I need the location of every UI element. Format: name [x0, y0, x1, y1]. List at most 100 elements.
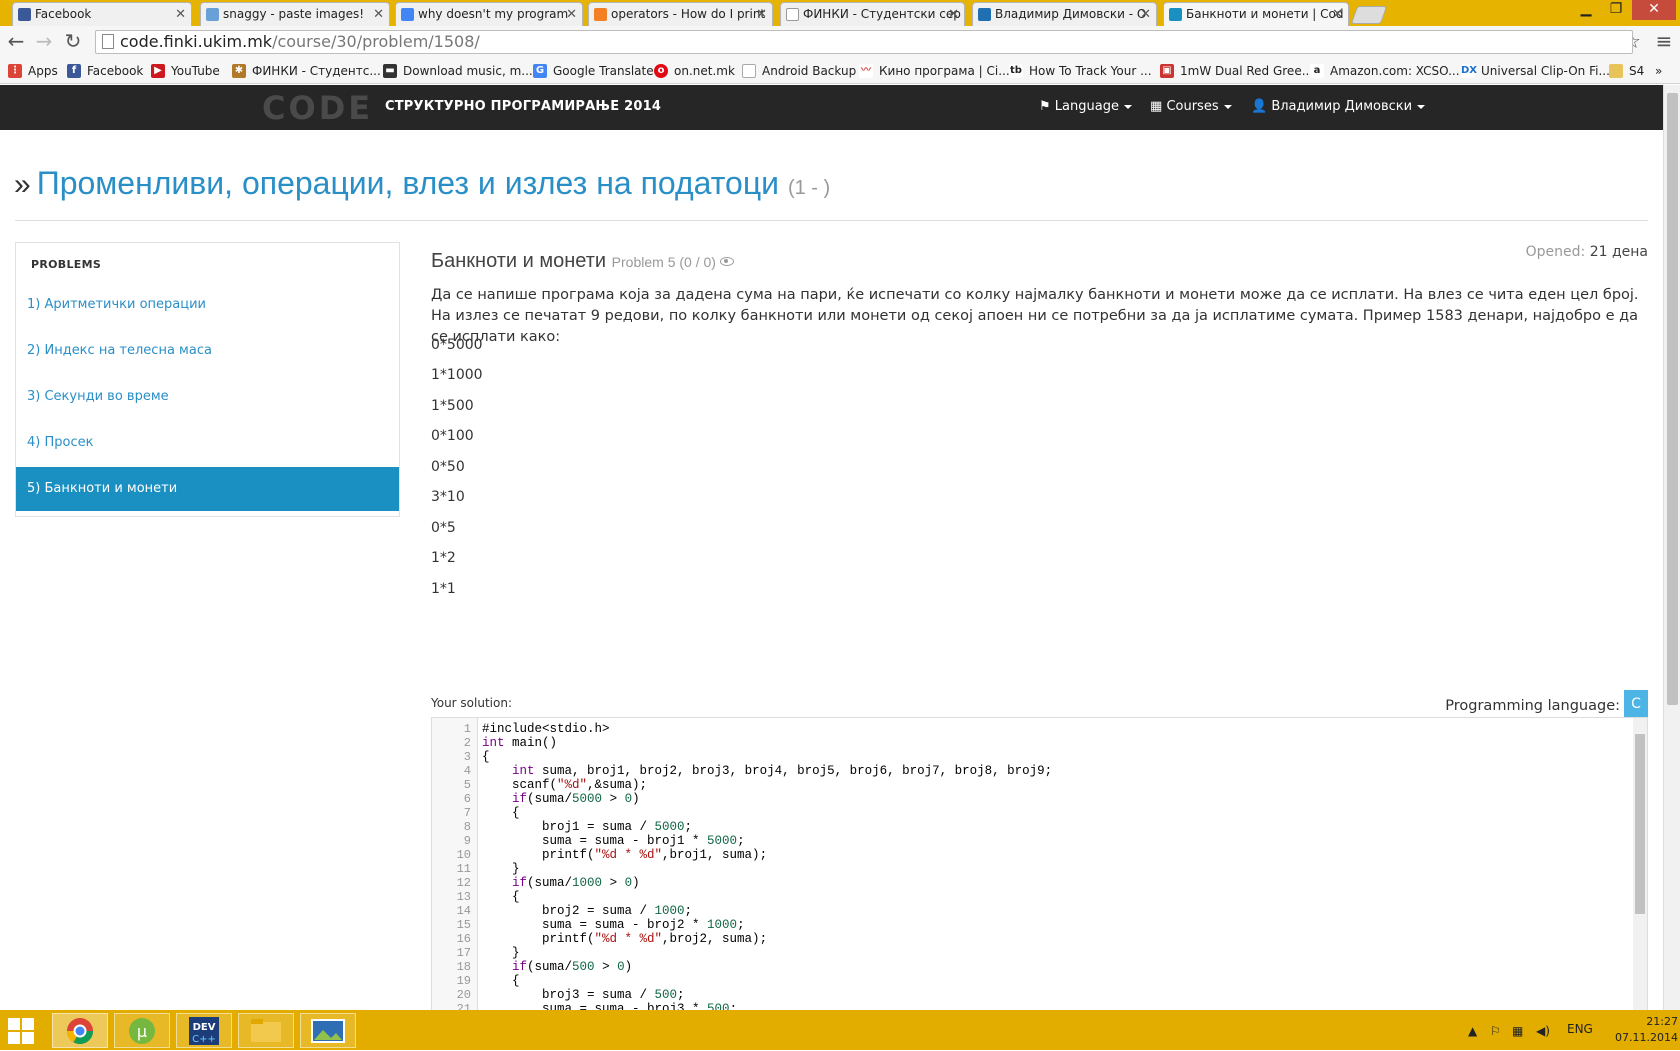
page-scrollbar[interactable] — [1663, 85, 1680, 1010]
code-line[interactable]: { — [482, 806, 520, 820]
bookmark-youtube[interactable]: ▶ YouTube — [151, 62, 220, 80]
bookmark-google-translate[interactable]: G Google Translate — [533, 62, 654, 80]
bookmark-kino[interactable]: 〰 Кино програма | Ci... — [859, 62, 1010, 80]
eye-icon[interactable] — [719, 257, 734, 267]
tray-expand-icon[interactable]: ▲ — [1468, 1024, 1477, 1038]
code-line[interactable]: #include<stdio.h> — [482, 722, 610, 736]
forward-icon[interactable]: → — [32, 30, 56, 54]
windows-start-icon[interactable] — [8, 1018, 36, 1044]
tab-stackoverflow[interactable]: operators - How do I print ✕ — [588, 2, 773, 26]
editor-scrollbar-thumb[interactable] — [1635, 734, 1645, 914]
chrome-icon[interactable] — [52, 1013, 108, 1048]
volume-icon[interactable]: ◀) — [1536, 1024, 1550, 1038]
bookmark-amazon[interactable]: a Amazon.com: XCSO... — [1310, 62, 1460, 80]
tab-code-finki[interactable]: Банкноти и монети | Cod ✕ — [1163, 2, 1349, 26]
bookmark-finki[interactable]: ✱ ФИНКИ - Студентс... — [232, 62, 381, 80]
code-line[interactable]: broj2 = suma / 1000; — [482, 904, 692, 918]
photos-icon[interactable] — [300, 1013, 356, 1048]
language-menu[interactable]: ⚑ Language — [1039, 99, 1132, 114]
page-icon — [102, 34, 114, 49]
tab-facebook[interactable]: Facebook ✕ — [12, 2, 192, 26]
close-icon[interactable]: ✕ — [373, 3, 384, 26]
code-line[interactable]: broj1 = suma / 5000; — [482, 820, 692, 834]
line-number: 11 — [456, 862, 471, 876]
course-name[interactable]: СТРУКТУРНО ПРОГРАМИРАЊЕ 2014 — [385, 99, 661, 114]
bookmark-onnet[interactable]: o on.net.mk — [654, 62, 735, 80]
sidebar-title: PROBLEMS — [31, 258, 102, 271]
input-language[interactable]: ENG — [1567, 1022, 1593, 1036]
devcpp-icon[interactable]: DEV C++ — [176, 1013, 232, 1048]
tab-snaggy[interactable]: snaggy - paste images! ✕ — [200, 2, 390, 26]
code-line[interactable]: suma = suma - broj2 * 1000; — [482, 918, 745, 932]
close-icon[interactable]: ✕ — [1332, 3, 1343, 26]
bookmark-folder-s4[interactable]: S4 — [1609, 62, 1644, 80]
bookmark-laser[interactable]: ▣ 1mW Dual Red Gree... — [1160, 62, 1313, 80]
close-icon[interactable]: ✕ — [948, 3, 959, 26]
code-editor[interactable]: 1234567891011121314151617181920212223242… — [431, 717, 1648, 1010]
programming-language-button[interactable]: C — [1624, 690, 1648, 718]
bookmark-download-music[interactable]: ▬ Download music, m... — [383, 62, 533, 80]
photos-icon-graphic — [311, 1019, 345, 1043]
problems-sidebar: PROBLEMS 1) Аритметички операции 2) Инде… — [15, 242, 400, 517]
sidebar-item-problem-5[interactable]: 5) Банкноти и монети — [16, 467, 399, 511]
window-close-button[interactable]: ✕ — [1632, 0, 1676, 20]
bookmark-facebook[interactable]: f Facebook — [67, 62, 143, 80]
output-line: 3*10 — [431, 489, 465, 505]
code-line[interactable]: } — [482, 862, 520, 876]
code-line[interactable]: int suma, broj1, broj2, broj3, broj4, br… — [482, 764, 1052, 778]
clock[interactable]: 21:27 07.11.2014 — [1600, 1014, 1678, 1046]
new-tab-button[interactable] — [1350, 6, 1388, 24]
bookmark-dx[interactable]: DX Universal Clip-On Fi... — [1461, 62, 1610, 80]
devcpp-icon-graphic: DEVC++ — [189, 1017, 219, 1045]
reload-icon[interactable]: ↻ — [61, 30, 85, 54]
code-line[interactable]: { — [482, 974, 520, 988]
line-number: 9 — [463, 834, 471, 848]
bookmark-apps[interactable]: ⋮ Apps — [8, 62, 58, 80]
courses-menu[interactable]: ▦ Courses — [1150, 99, 1232, 114]
tab-finki[interactable]: ФИНКИ - Студентски сер ✕ — [780, 2, 965, 26]
bookmarks-overflow-chevron-icon[interactable]: » — [1655, 62, 1662, 80]
address-bar[interactable]: code.finki.ukim.mk/course/30/problem/150… — [95, 30, 1633, 54]
code-line[interactable]: if(suma/500 > 0) — [482, 960, 632, 974]
code-line[interactable]: printf("%d * %d",broj1, suma); — [482, 848, 767, 862]
code-line[interactable]: if(suma/5000 > 0) — [482, 792, 640, 806]
minimize-button[interactable]: ▁ — [1572, 0, 1600, 20]
flag-icon[interactable]: ⚐ — [1490, 1024, 1501, 1038]
editor-scrollbar[interactable] — [1633, 718, 1647, 1010]
sidebar-item-problem-2[interactable]: 2) Индекс на телесна маса — [16, 329, 399, 373]
site-logo[interactable]: CODE — [262, 92, 373, 124]
code-line[interactable]: printf("%d * %d",broj2, suma); — [482, 932, 767, 946]
code-line[interactable]: int main() — [482, 736, 557, 750]
utorrent-icon[interactable]: µ — [114, 1013, 170, 1048]
code-line[interactable]: broj3 = suma / 500; — [482, 988, 685, 1002]
sidebar-item-problem-1[interactable]: 1) Аритметички операции — [16, 283, 399, 327]
tab-google-search[interactable]: why doesn't my program ✕ — [395, 2, 583, 26]
code-line[interactable]: } — [482, 946, 520, 960]
tab-outlook[interactable]: Владимир Димовски - О ✕ — [972, 2, 1157, 26]
close-icon[interactable]: ✕ — [1140, 3, 1151, 26]
sidebar-item-problem-3[interactable]: 3) Секунди во време — [16, 375, 399, 419]
code-line[interactable]: scanf("%d",&suma); — [482, 778, 647, 792]
bookmark-track[interactable]: tb How To Track Your ... — [1009, 62, 1152, 80]
code-line[interactable]: { — [482, 750, 490, 764]
close-icon[interactable]: ✕ — [566, 3, 577, 26]
network-icon[interactable]: ▦ — [1512, 1024, 1523, 1038]
line-number: 5 — [463, 778, 471, 792]
code-line[interactable]: { — [482, 890, 520, 904]
sidebar-item-problem-4[interactable]: 4) Просек — [16, 421, 399, 465]
facebook-icon: f — [67, 64, 81, 78]
bookmark-android-backup[interactable]: Android Backup — [742, 62, 856, 80]
user-menu[interactable]: 👤 Владимир Димовски — [1251, 99, 1426, 114]
page-scrollbar-thumb[interactable] — [1667, 93, 1678, 705]
dx-icon: DX — [1461, 64, 1478, 78]
menu-icon[interactable]: ≡ — [1652, 30, 1676, 54]
line-number-gutter: 1234567891011121314151617181920212223242… — [432, 718, 478, 1010]
code-line[interactable]: if(suma/1000 > 0) — [482, 876, 640, 890]
maximize-button[interactable]: ❐ — [1602, 0, 1630, 20]
explorer-icon[interactable] — [238, 1013, 294, 1048]
code-line[interactable]: suma = suma - broj1 * 5000; — [482, 834, 745, 848]
close-icon[interactable]: ✕ — [175, 3, 186, 26]
close-icon[interactable]: ✕ — [756, 3, 767, 26]
back-icon[interactable]: ← — [4, 30, 28, 54]
code-line[interactable]: suma = suma - broj3 * 500; — [482, 1002, 737, 1010]
